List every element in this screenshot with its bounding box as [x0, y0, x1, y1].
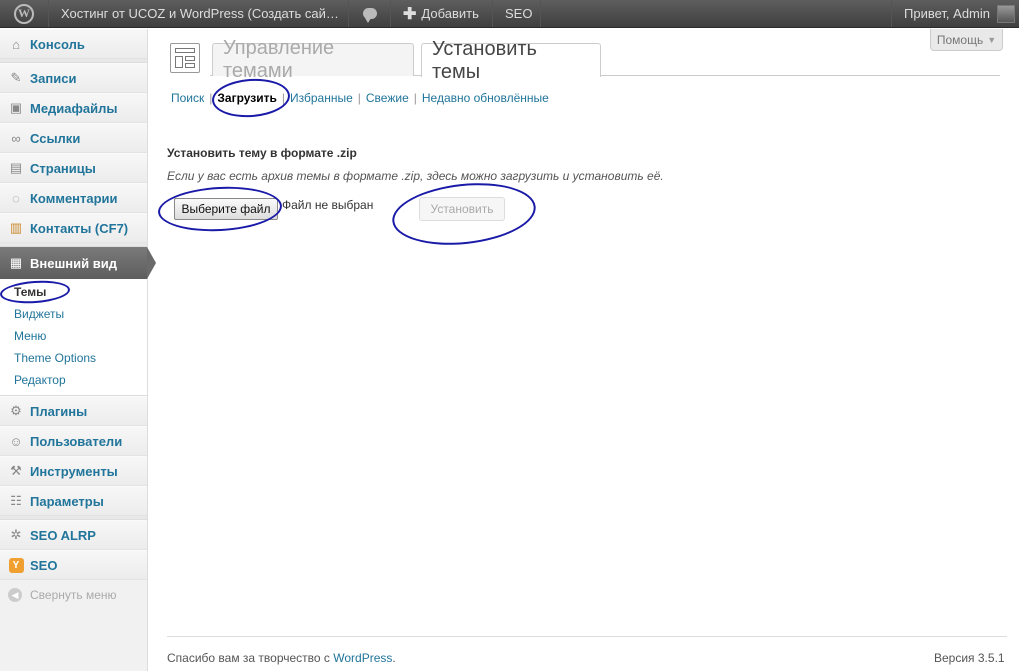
sidebar-item-appearance[interactable]: ▦ Внешний вид — [0, 247, 156, 279]
help-button[interactable]: Помощь ▼ — [930, 29, 1003, 51]
plus-icon: ✚ — [403, 5, 417, 23]
wordpress-logo-icon: W — [14, 3, 34, 24]
seo-menu-label: SEO — [505, 6, 533, 21]
file-status-text: Файл не выбран — [282, 198, 374, 212]
footer-thanks: Спасибо вам за творчество с WordPress. — [167, 651, 396, 665]
submenu-item-menus[interactable]: Меню — [0, 325, 147, 347]
subsub-new-link[interactable]: Свежие — [366, 91, 409, 105]
tools-icon: ⚒ — [10, 463, 22, 478]
sidebar-item-plugins[interactable]: ⚙ Плагины — [0, 396, 147, 426]
appearance-icon: ▦ — [9, 255, 23, 270]
page-icon: ▤ — [9, 160, 23, 175]
site-title: Хостинг от UCOZ и WordPress (Создать сай… — [61, 6, 339, 21]
choose-file-button[interactable]: Выберите файл — [174, 198, 278, 220]
users-icon: ☺ — [9, 433, 23, 449]
tab-label: Установить темы — [432, 37, 537, 83]
sidebar-item-label: Записи — [30, 70, 77, 86]
sidebar-item-links[interactable]: ∞ Ссылки — [0, 123, 147, 153]
sidebar-item-label: Медиафайлы — [30, 100, 118, 116]
admin-bar-spacer — [541, 0, 891, 27]
install-subsub-nav: Поиск | Загрузить | Избранные | Свежие |… — [171, 91, 549, 105]
sidebar-item-label: Ссылки — [30, 130, 81, 146]
sidebar-item-label: Контакты (CF7) — [30, 220, 129, 236]
sidebar-item-media[interactable]: ▣ Медиафайлы — [0, 93, 147, 123]
wp-logo-menu[interactable]: W — [0, 0, 49, 27]
sidebar-item-tools[interactable]: ⚒ Инструменты — [0, 456, 147, 486]
sidebar-item-label: Консоль — [30, 36, 85, 52]
upload-heading: Установить тему в формате .zip — [167, 146, 357, 160]
sidebar-item-label: Внешний вид — [30, 255, 117, 271]
gear-icon: ✲ — [10, 527, 22, 542]
submenu-item-editor[interactable]: Редактор — [0, 369, 147, 391]
chevron-down-icon: ▼ — [987, 34, 997, 45]
comment-bubble-icon — [362, 8, 377, 23]
sidebar-item-label: Инструменты — [30, 463, 118, 479]
sidebar-item-contacts[interactable]: ▥ Контакты (CF7) — [0, 213, 147, 243]
sidebar-item-comments[interactable]: ◌ Комментарии — [0, 183, 147, 213]
seo-menu[interactable]: SEO — [493, 0, 541, 27]
site-name-menu[interactable]: Хостинг от UCOZ и WordPress (Создать сай… — [49, 0, 349, 27]
collapse-menu-button[interactable]: ◀ Свернуть меню — [0, 580, 147, 610]
sidebar-item-label: Плагины — [30, 403, 88, 419]
link-icon: ∞ — [11, 130, 21, 146]
pin-icon: ✎ — [10, 70, 22, 85]
sidebar-item-label: Параметры — [30, 493, 104, 509]
media-icon: ▣ — [9, 100, 23, 115]
wordpress-link[interactable]: WordPress — [333, 651, 392, 665]
install-now-button[interactable]: Установить — [419, 197, 505, 221]
subsub-upload-link[interactable]: Загрузить — [217, 91, 276, 105]
settings-icon: ☷ — [10, 493, 22, 508]
admin-bar: W Хостинг от UCOZ и WordPress (Создать с… — [0, 0, 1019, 28]
themes-screen-icon — [170, 43, 200, 73]
sidebar-item-users[interactable]: ☺ Пользователи — [0, 426, 147, 456]
sidebar-item-label: Пользователи — [30, 433, 123, 449]
tab-install-themes[interactable]: Установить темы — [421, 38, 601, 83]
upload-description: Если у вас есть архив темы в формате .zi… — [167, 169, 664, 183]
comments-button[interactable] — [349, 0, 391, 27]
submenu-item-widgets[interactable]: Виджеты — [0, 303, 147, 325]
sidebar-item-label: SEO — [30, 557, 58, 573]
tab-label: Управление темами — [223, 37, 335, 82]
greeting-label: Привет, Admin — [904, 6, 990, 21]
sidebar-item-label: Комментарии — [30, 190, 118, 206]
new-content-menu[interactable]: ✚ Добавить — [391, 0, 493, 27]
seo-icon: Y — [8, 557, 24, 573]
sidebar-item-seo[interactable]: Y SEO — [0, 550, 147, 580]
main-content: Помощь ▼ Управление темами Установить те… — [148, 29, 1019, 671]
submenu-item-themes[interactable]: Темы — [0, 281, 147, 303]
appearance-submenu: Темы Виджеты Меню Theme Options Редактор — [0, 279, 147, 396]
submenu-item-theme-options[interactable]: Theme Options — [0, 347, 147, 369]
sidebar-item-posts[interactable]: ✎ Записи — [0, 63, 147, 93]
comment-icon: ◌ — [12, 190, 20, 206]
tab-manage-themes[interactable]: Управление темами — [212, 37, 414, 82]
my-account-menu[interactable]: Привет, Admin — [891, 0, 1019, 27]
sidebar-item-label: Страницы — [30, 160, 96, 176]
sidebar-item-dashboard[interactable]: ⌂ Консоль — [0, 29, 147, 59]
new-content-label: Добавить — [421, 6, 479, 21]
footer-version: Версия 3.5.1 — [934, 651, 1005, 665]
footer-divider — [167, 636, 1007, 637]
contact-icon: ▥ — [9, 220, 23, 235]
plugin-icon: ⚙ — [10, 403, 22, 418]
sidebar-item-settings[interactable]: ☷ Параметры — [0, 486, 147, 516]
subsub-search-link[interactable]: Поиск — [171, 91, 204, 105]
subsub-featured-link[interactable]: Избранные — [290, 91, 353, 105]
admin-menu: ⌂ Консоль ✎ Записи ▣ Медиафайлы ∞ Ссылки… — [0, 29, 156, 671]
sidebar-item-pages[interactable]: ▤ Страницы — [0, 153, 147, 183]
collapse-menu-label: Свернуть меню — [30, 588, 117, 602]
avatar — [997, 4, 1015, 23]
sidebar-item-seo-alrp[interactable]: ✲ SEO ALRP — [0, 520, 147, 550]
subsub-updated-link[interactable]: Недавно обновлённые — [422, 91, 549, 105]
collapse-arrow-icon: ◀ — [8, 588, 22, 602]
sidebar-item-label: SEO ALRP — [30, 527, 96, 543]
home-icon: ⌂ — [12, 36, 20, 52]
help-label: Помощь — [936, 32, 984, 47]
